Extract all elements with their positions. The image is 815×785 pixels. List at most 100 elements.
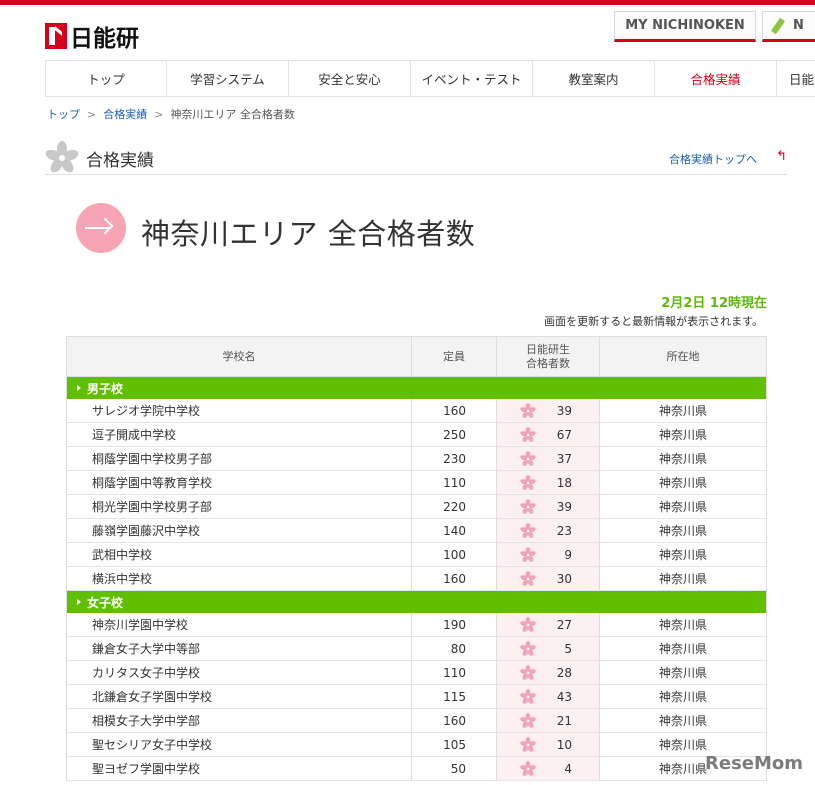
group-header: 男子校 xyxy=(67,377,766,399)
sakura-icon xyxy=(520,475,536,490)
passed-cell: 67 xyxy=(497,423,600,446)
sakura-icon xyxy=(520,451,536,466)
capacity-cell: 140 xyxy=(412,519,497,542)
passed-cell: 27 xyxy=(497,613,600,636)
breadcrumb-current: 神奈川エリア 全合格者数 xyxy=(170,108,295,121)
header-capacity: 定員 xyxy=(412,337,497,376)
passed-cell: 39 xyxy=(497,495,600,518)
location-cell: 神奈川県 xyxy=(658,618,707,632)
passed-cell: 5 xyxy=(497,637,600,660)
breadcrumb-top-link[interactable]: トップ xyxy=(47,106,80,122)
capacity-cell: 105 xyxy=(412,733,497,756)
table-row: 聖ヨゼフ学園中学校 50 4 神奈川県 xyxy=(67,757,766,781)
triangle-bullet-icon xyxy=(77,385,81,391)
table-row: 神奈川学園中学校 190 27 神奈川県 xyxy=(67,613,766,637)
header-school: 学校名 xyxy=(67,337,412,376)
school-name[interactable]: カリタス女子中学校 xyxy=(67,661,412,684)
passed-count: 28 xyxy=(556,665,572,680)
group-label: 女子校 xyxy=(87,595,124,610)
sakura-icon xyxy=(520,689,536,704)
nav-item-events-tests[interactable]: イベント・テスト xyxy=(411,61,533,96)
school-name[interactable]: 相模女子大学中学部 xyxy=(67,709,412,732)
capacity-cell: 100 xyxy=(412,543,497,566)
new-button[interactable]: N xyxy=(762,11,815,42)
capacity-cell: 80 xyxy=(412,637,497,660)
watermark-logo: ReseMom xyxy=(705,753,804,774)
table-row: 聖セシリア女子中学校 105 10 神奈川県 xyxy=(67,733,766,757)
update-note: 画面を更新すると最新情報が表示されます。 xyxy=(544,315,763,328)
sakura-icon xyxy=(520,665,536,680)
section-header: 合格実績 合格実績トップへ ↰ xyxy=(45,141,787,175)
table-row: 桐光学園中学校男子部 220 39 神奈川県 xyxy=(67,495,766,519)
school-name[interactable]: 武相中学校 xyxy=(67,543,412,566)
school-name[interactable]: 藤嶺学園藤沢中学校 xyxy=(67,519,412,542)
my-nichinoken-button[interactable]: MY NICHINOKEN xyxy=(614,11,756,42)
capacity-cell: 230 xyxy=(412,447,497,470)
results-top-link[interactable]: 合格実績トップへ xyxy=(669,151,757,167)
sakura-icon xyxy=(45,141,79,173)
passed-cell: 21 xyxy=(497,709,600,732)
school-name[interactable]: 神奈川学園中学校 xyxy=(67,613,412,636)
location-cell: 神奈川県 xyxy=(658,404,707,418)
sakura-icon xyxy=(520,499,536,514)
capacity-cell: 110 xyxy=(412,471,497,494)
passed-cell: 4 xyxy=(497,757,600,780)
table-row: 桐蔭学園中等教育学校 110 18 神奈川県 xyxy=(67,471,766,495)
passed-count: 39 xyxy=(556,403,572,418)
capacity-cell: 160 xyxy=(412,567,497,590)
passed-count: 5 xyxy=(564,641,572,656)
table-row: サレジオ学院中学校 160 39 神奈川県 xyxy=(67,399,766,423)
passed-count: 10 xyxy=(556,737,572,752)
school-name[interactable]: 北鎌倉女子学園中学校 xyxy=(67,685,412,708)
school-name[interactable]: 横浜中学校 xyxy=(67,567,412,590)
passed-count: 21 xyxy=(556,713,572,728)
passed-count: 67 xyxy=(556,427,572,442)
breadcrumb-separator: > xyxy=(154,107,164,121)
nav-item-more[interactable]: 日能 xyxy=(777,61,815,96)
passed-count: 4 xyxy=(564,761,572,776)
location-cell: 神奈川県 xyxy=(658,524,707,538)
logo-text: 日能研 xyxy=(70,26,139,52)
new-button-label: N xyxy=(793,18,804,33)
logo-mark-icon xyxy=(45,23,67,49)
breadcrumb-results-link[interactable]: 合格実績 xyxy=(103,106,147,122)
header-location: 所在地 xyxy=(666,349,700,363)
nichinoken-logo[interactable]: 日能研 xyxy=(45,19,139,53)
school-name[interactable]: サレジオ学院中学校 xyxy=(67,399,412,422)
table-row: 相模女子大学中学部 160 21 神奈川県 xyxy=(67,709,766,733)
school-name[interactable]: 逗子開成中学校 xyxy=(67,423,412,446)
sakura-icon xyxy=(520,571,536,586)
passed-count: 9 xyxy=(564,547,572,562)
school-name[interactable]: 桐蔭学園中学校男子部 xyxy=(67,447,412,470)
table-row: 逗子開成中学校 250 67 神奈川県 xyxy=(67,423,766,447)
passed-cell: 43 xyxy=(497,685,600,708)
school-name[interactable]: 鎌倉女子大学中等部 xyxy=(67,637,412,660)
update-time: 2月2日 12時現在 xyxy=(661,296,767,311)
passed-count: 43 xyxy=(556,689,572,704)
nav-item-results[interactable]: 合格実績 xyxy=(655,61,777,96)
sakura-icon xyxy=(520,547,536,562)
location-cell: 神奈川県 xyxy=(658,572,707,586)
school-name[interactable]: 聖セシリア女子中学校 xyxy=(67,733,412,756)
passed-cell: 39 xyxy=(497,399,600,422)
sakura-icon xyxy=(520,737,536,752)
passed-cell: 30 xyxy=(497,567,600,590)
header-passed: 日能研生 合格者数 xyxy=(497,337,600,376)
sakura-icon xyxy=(520,427,536,442)
results-table: 学校名 定員 日能研生 合格者数 所在地 男子校 サレジオ学院中学校 160 39 神奈川… xyxy=(66,336,767,781)
school-name[interactable]: 聖ヨゼフ学園中学校 xyxy=(67,757,412,780)
page-title: 神奈川エリア 全合格者数 xyxy=(141,217,476,251)
school-name[interactable]: 桐光学園中学校男子部 xyxy=(67,495,412,518)
school-name[interactable]: 桐蔭学園中等教育学校 xyxy=(67,471,412,494)
breadcrumb: トップ > 合格実績 > 神奈川エリア 全合格者数 xyxy=(47,106,295,122)
nav-item-classrooms[interactable]: 教室案内 xyxy=(533,61,655,96)
table-row: 北鎌倉女子学園中学校 115 43 神奈川県 xyxy=(67,685,766,709)
nav-item-learning-system[interactable]: 学習システム xyxy=(167,61,289,96)
passed-cell: 9 xyxy=(497,543,600,566)
capacity-cell: 160 xyxy=(412,709,497,732)
table-row: 桐蔭学園中学校男子部 230 37 神奈川県 xyxy=(67,447,766,471)
return-arrow-icon[interactable]: ↰ xyxy=(776,149,787,164)
nav-item-safety[interactable]: 安全と安心 xyxy=(289,61,411,96)
breadcrumb-separator: > xyxy=(87,107,97,121)
nav-item-top[interactable]: トップ xyxy=(45,61,167,96)
